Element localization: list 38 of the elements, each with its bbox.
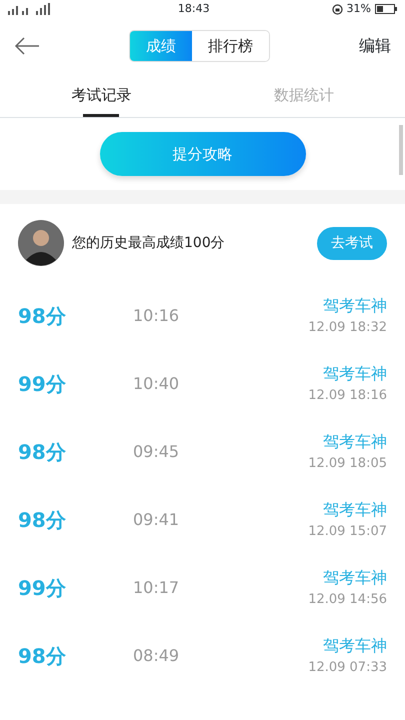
take-exam-button[interactable]: 去考试: [317, 226, 387, 260]
rotation-lock-icon: [332, 4, 343, 14]
score: 99分: [18, 371, 67, 398]
score: 99分: [18, 575, 67, 602]
app-name: 驾考车神: [323, 567, 387, 590]
app-name: 驾考车神: [323, 295, 387, 318]
score: 98分: [18, 643, 67, 670]
exam-date: 12.09 07:33: [308, 659, 387, 678]
status-time: 18:43: [178, 0, 210, 17]
score: 98分: [18, 439, 67, 466]
tips-button[interactable]: 提分攻略: [100, 132, 306, 176]
duration: 08:49: [133, 645, 180, 667]
avatar: [18, 220, 64, 266]
battery-percentage: 31%: [346, 0, 371, 17]
edit-link[interactable]: 编辑: [359, 34, 391, 58]
best-score-text: 您的历史最高成绩100分: [72, 234, 226, 252]
exam-date: 12.09 15:07: [308, 523, 387, 542]
duration: 09:41: [133, 509, 180, 531]
battery-icon: [375, 4, 397, 14]
segment-tab[interactable]: 成绩: [130, 30, 192, 62]
app-name: 驾考车神: [323, 499, 387, 522]
duration: 10:16: [133, 305, 180, 327]
app-name: 驾考车神: [323, 431, 387, 454]
duration: 09:45: [133, 441, 180, 463]
app-name: 驾考车神: [323, 363, 387, 386]
app-name: 驾考车神: [323, 635, 387, 658]
duration: 10:17: [133, 577, 180, 599]
tab[interactable]: 考试记录: [0, 74, 202, 117]
exam-date: 12.09 18:32: [308, 319, 387, 338]
score: 98分: [18, 303, 67, 330]
score: 98分: [18, 507, 67, 534]
scrollbar: [399, 125, 403, 175]
exam-date: 12.09 14:56: [308, 591, 387, 610]
exam-date: 12.09 18:16: [308, 387, 387, 406]
back-icon[interactable]: [14, 37, 40, 55]
duration: 10:40: [133, 373, 180, 395]
tab[interactable]: 数据统计: [202, 74, 405, 117]
exam-date: 12.09 18:05: [308, 455, 387, 474]
